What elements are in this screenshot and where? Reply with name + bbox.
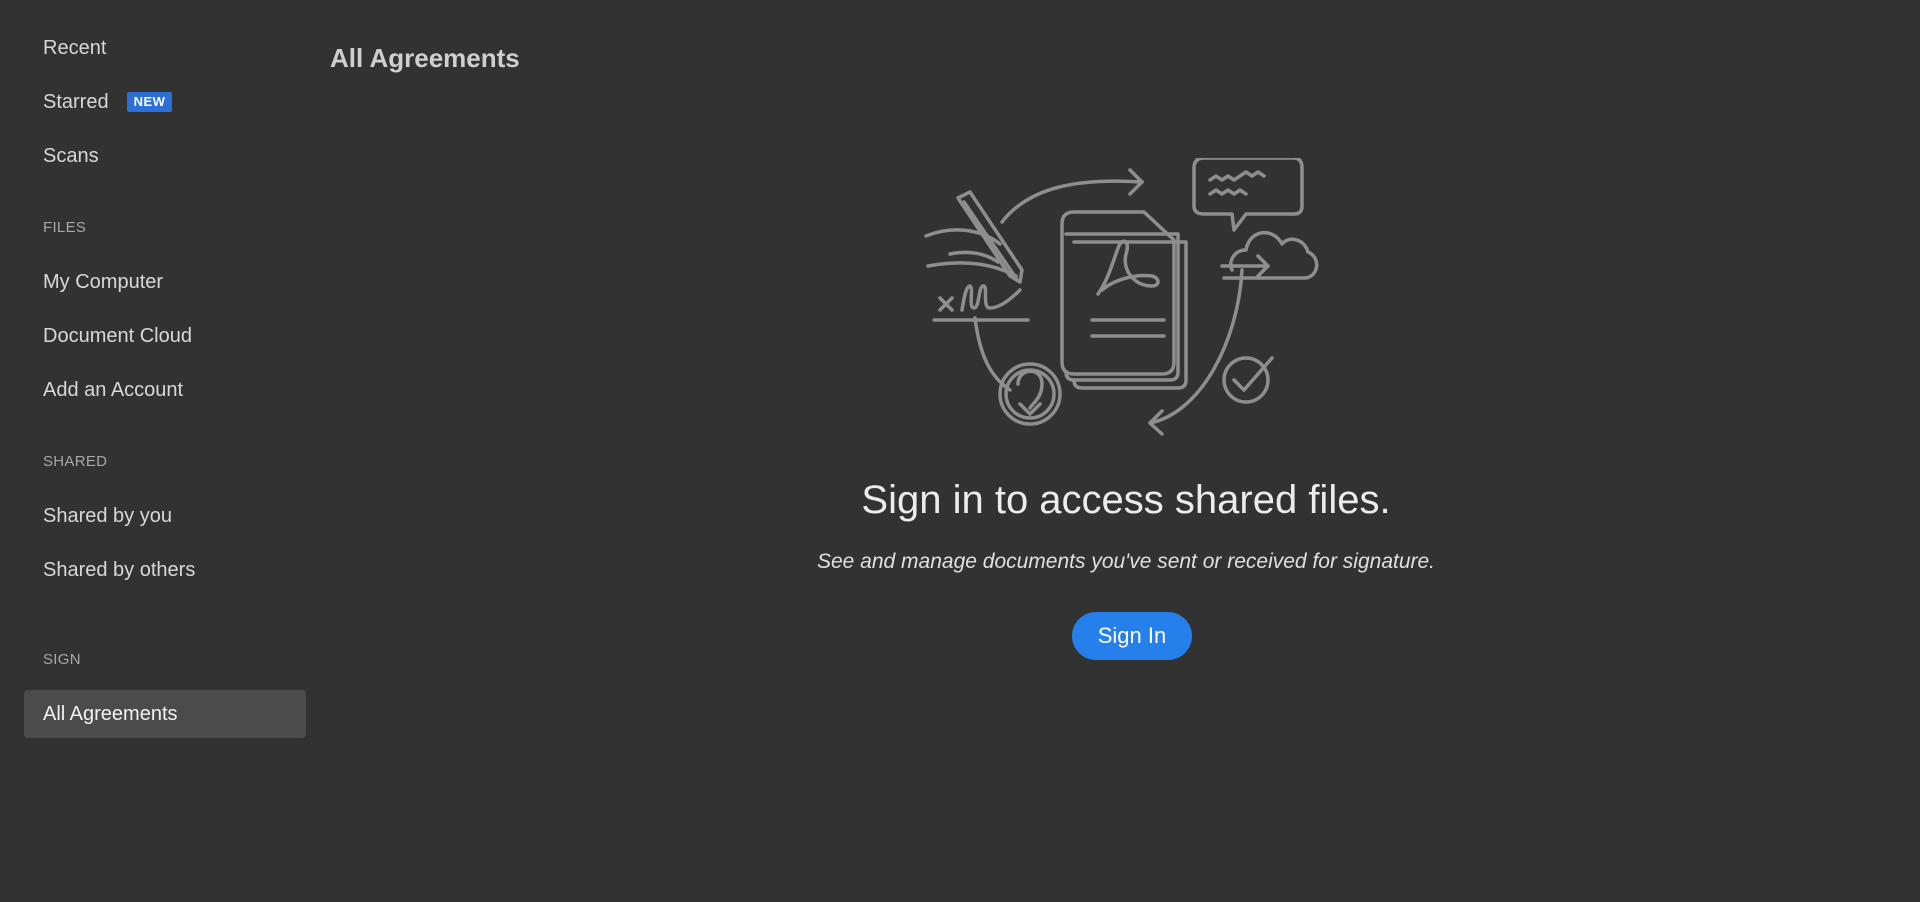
page-title: All Agreements <box>330 43 520 73</box>
sidebar: Recent Starred NEW Scans FILES My Comput… <box>0 0 330 902</box>
sidebar-item-label: Scans <box>43 144 99 167</box>
sidebar-item-label: Add an Account <box>43 378 184 401</box>
sidebar-item-label: All Agreements <box>43 702 178 725</box>
sidebar-item-scans[interactable]: Scans <box>24 132 306 180</box>
section-header-shared: SHARED <box>43 453 108 470</box>
sign-in-button[interactable]: Sign In <box>1072 612 1192 660</box>
section-header-files: FILES <box>43 219 87 236</box>
section-header-sign: SIGN <box>43 651 81 668</box>
sidebar-item-my-computer[interactable]: My Computer <box>24 258 306 306</box>
empty-state-subheading: See and manage documents you've sent or … <box>816 550 1436 573</box>
sidebar-item-label: My Computer <box>43 270 164 293</box>
sidebar-item-all-agreements[interactable]: All Agreements <box>24 690 306 738</box>
sidebar-item-label: Recent <box>43 36 107 59</box>
empty-state-heading: Sign in to access shared files. <box>861 478 1391 522</box>
sidebar-item-document-cloud[interactable]: Document Cloud <box>24 312 306 360</box>
app-window: Recent Starred NEW Scans FILES My Comput… <box>0 0 1920 902</box>
sidebar-item-recent[interactable]: Recent <box>24 24 306 72</box>
agreements-illustration-icon <box>924 158 1319 436</box>
sidebar-item-add-account[interactable]: Add an Account <box>24 366 306 414</box>
new-badge: NEW <box>126 92 173 112</box>
sidebar-item-label: Document Cloud <box>43 324 192 347</box>
sidebar-item-label: Starred <box>43 90 109 113</box>
sidebar-item-starred[interactable]: Starred NEW <box>24 78 306 126</box>
